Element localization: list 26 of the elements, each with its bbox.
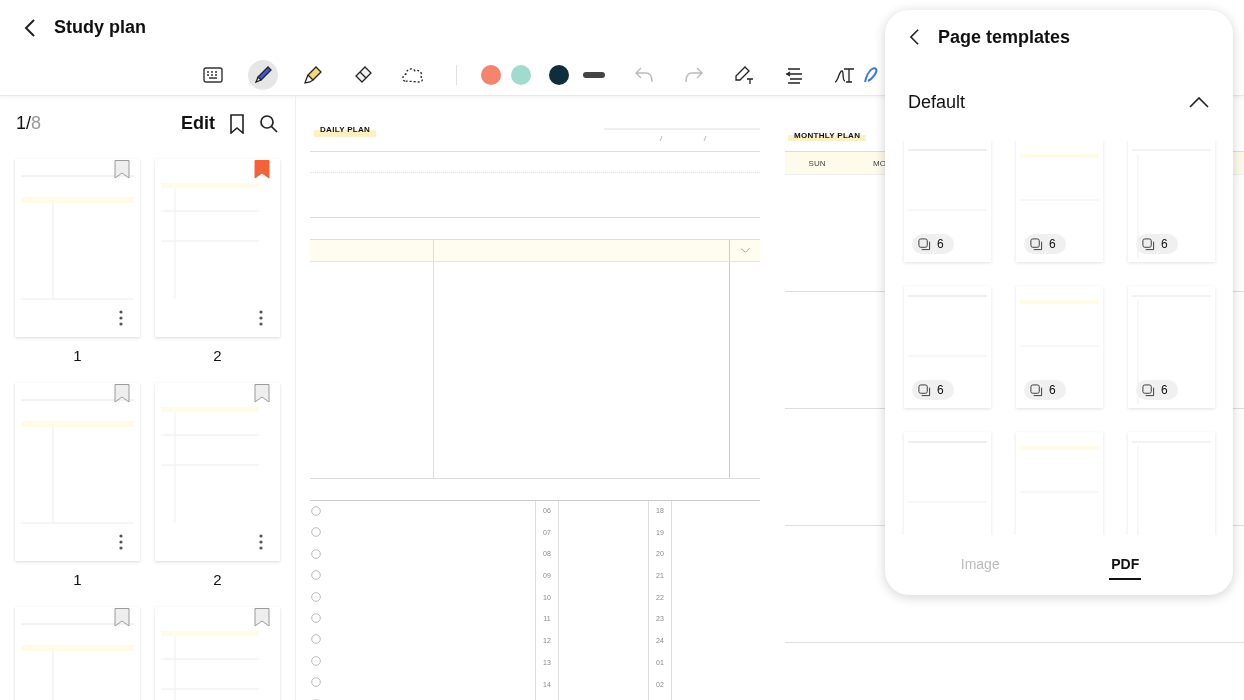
template-thumbnail[interactable]: 6 [904, 140, 991, 262]
page-count: 6 [937, 237, 944, 251]
panel-title: Page templates [938, 26, 1071, 48]
page-number: 2 [213, 571, 222, 589]
note-title: Study plan [54, 17, 146, 38]
page-count: 6 [937, 383, 944, 397]
page-count: 6 [1049, 383, 1056, 397]
page-count: 6 [1161, 237, 1168, 251]
page-number: 1 [73, 571, 82, 589]
page-counter: 1/8 [16, 113, 42, 134]
page-count: 6 [1049, 237, 1056, 251]
template-type-tab[interactable]: PDF [1109, 550, 1142, 580]
template-thumbnail[interactable]: 6 [904, 286, 991, 408]
edit-button[interactable]: Edit [181, 113, 215, 134]
page-count: 6 [1161, 383, 1168, 397]
template-thumbnail[interactable]: 6 [1128, 286, 1215, 408]
page-number: 1 [73, 347, 82, 365]
template-thumbnail[interactable]: 6 [1128, 140, 1215, 262]
template-thumbnail[interactable]: 6 [1016, 286, 1103, 408]
page-number: 2 [213, 347, 222, 365]
weekday-label: SUN [807, 158, 827, 168]
weekday-label: MO [872, 158, 887, 168]
template-thumbnail[interactable]: 6 [1016, 140, 1103, 262]
page-heading: DAILY PLAN [314, 124, 377, 137]
page-heading: MONTHLY PLAN [788, 130, 867, 141]
section-title: Default [908, 91, 966, 113]
